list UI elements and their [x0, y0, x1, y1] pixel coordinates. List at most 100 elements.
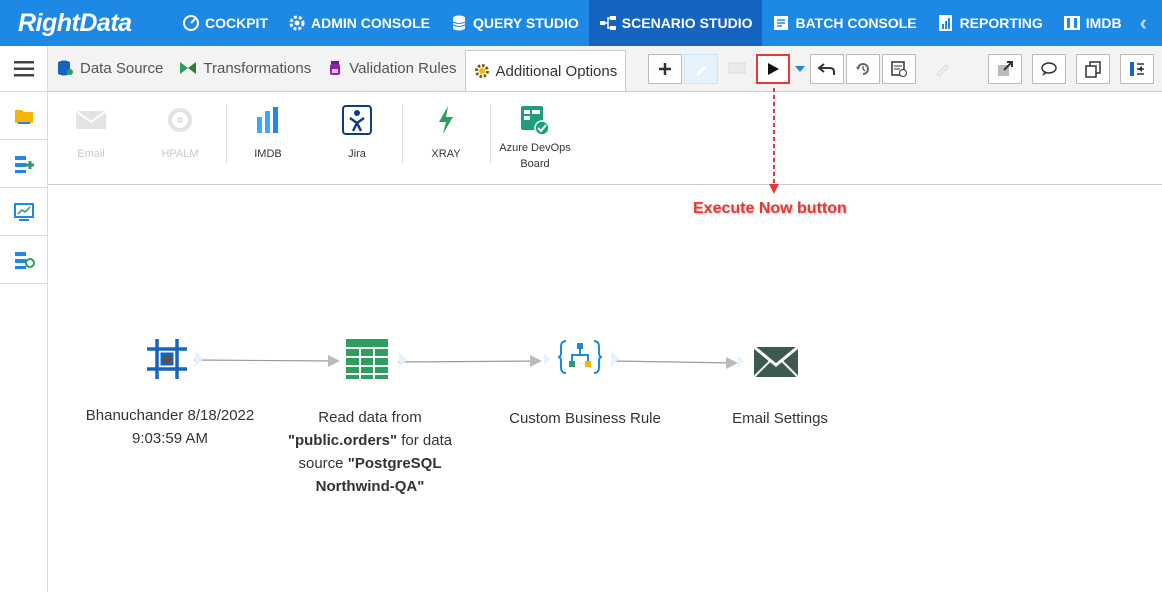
tab-label: Validation Rules [349, 59, 457, 77]
option-label: Email [77, 148, 105, 160]
comment-icon [1041, 62, 1057, 76]
nav-imdb[interactable]: IMDB [1053, 0, 1132, 46]
monitor-chart-icon [13, 202, 34, 221]
sidebar-settings[interactable] [0, 236, 47, 284]
nav-cockpit[interactable]: COCKPIT [172, 0, 278, 46]
flow-canvas [193, 351, 744, 369]
option-label: Board [520, 158, 550, 170]
edit-note-button[interactable] [926, 54, 960, 84]
option-imdb[interactable]: IMDB [223, 102, 313, 160]
email-icon [46, 102, 136, 138]
sidebar-open-folder[interactable] [0, 92, 47, 140]
play-icon [768, 63, 779, 75]
tab-validation-rules[interactable]: Validation Rules [319, 45, 464, 91]
tab-label: Data Source [80, 59, 164, 77]
hamburger-menu-button[interactable] [0, 46, 47, 92]
option-hpalm[interactable]: HPALM [135, 102, 225, 160]
history-button[interactable] [846, 54, 880, 84]
connector-ports [195, 351, 744, 368]
imdb-icon [1063, 14, 1081, 32]
nav-batch-console[interactable]: BATCH CONSOLE [762, 0, 926, 46]
gear-icon [474, 63, 490, 79]
monitor-icon [728, 62, 746, 74]
tab-label: Additional Options [495, 62, 618, 80]
node-label-line: 9:03:59 AM [132, 430, 208, 447]
business-rule-icon [558, 340, 602, 374]
node-label-line: Bhanuchander 8/18/2022 [85, 407, 255, 424]
xray-icon [401, 102, 491, 138]
nav-label: ADMIN CONSOLE [311, 15, 430, 31]
nav-label: BATCH CONSOLE [795, 15, 917, 31]
scenario-start-label: Bhanuchander 8/18/2022 9:03:59 AM [70, 404, 270, 450]
option-azure-devops-board[interactable]: Azure DevOps Board [490, 102, 580, 172]
bowtie-icon [179, 60, 197, 76]
export-button[interactable] [988, 54, 1022, 84]
annotation-arrow [769, 88, 779, 194]
option-xray[interactable]: XRAY [401, 102, 491, 160]
brand-logo[interactable]: RightData [0, 0, 172, 46]
scenario-start-node[interactable] [140, 335, 194, 383]
execute-dropdown-button[interactable] [790, 54, 810, 84]
comments-button[interactable] [1032, 54, 1066, 84]
edit-note-icon [936, 64, 949, 77]
azure-devops-icon [490, 102, 580, 138]
option-label: Azure DevOps [499, 142, 571, 154]
pencil-icon [696, 66, 706, 76]
read-data-node[interactable] [340, 335, 394, 383]
export-icon [998, 61, 1013, 76]
custom-business-rule-node[interactable] [555, 333, 605, 381]
nav-label: SCENARIO STUDIO [621, 15, 753, 31]
brand-name: RightData [18, 8, 132, 37]
option-jira[interactable]: Jira [312, 102, 402, 160]
plus-icon [659, 63, 671, 75]
chevron-left-icon[interactable]: ‹ [1140, 10, 1147, 36]
gear-icon [288, 14, 306, 32]
execute-now-button[interactable] [756, 54, 790, 84]
screen-button[interactable] [720, 54, 754, 84]
nav-query-studio[interactable]: QUERY STUDIO [440, 0, 589, 46]
table-name: "public.orders" [287, 432, 398, 449]
option-label: IMDB [254, 148, 282, 160]
additional-options-panel: Email HPALM IMDB Jira XRAY Azure DevOps … [48, 92, 1162, 185]
copy-button[interactable] [1076, 54, 1110, 84]
tab-label: Transformations [203, 59, 312, 77]
panel-icon [1130, 62, 1144, 76]
option-label: HPALM [161, 148, 199, 160]
edit-button[interactable] [684, 54, 718, 84]
nav-label: QUERY STUDIO [473, 15, 579, 31]
calendar-clock-icon [891, 61, 907, 77]
sidebar-add-scenario[interactable] [0, 140, 47, 188]
nav-scenario-studio[interactable]: SCENARIO STUDIO [588, 0, 763, 46]
hamburger-icon [13, 60, 34, 76]
email-settings-label: Email Settings [732, 410, 828, 427]
database-icon [56, 60, 74, 76]
nav-reporting[interactable]: REPORTING [927, 0, 1053, 46]
schedule-button[interactable] [882, 54, 916, 84]
folder-icon [14, 109, 33, 124]
history-icon [856, 63, 869, 75]
database-icon [450, 14, 468, 32]
node-label-line: Read data from [318, 409, 422, 426]
add-flow-icon [14, 155, 34, 173]
top-navigation: RightData COCKPIT ADMIN CONSOLE QUERY ST… [0, 0, 1162, 46]
email-settings-node[interactable] [748, 338, 804, 386]
custom-business-rule-label: Custom Business Rule [509, 410, 661, 427]
flask-icon [327, 60, 343, 76]
sidebar-dashboard[interactable] [0, 188, 47, 236]
nav-admin-console[interactable]: ADMIN CONSOLE [278, 0, 440, 46]
undo-button[interactable] [810, 54, 844, 84]
option-email[interactable]: Email [46, 102, 136, 160]
report-icon [937, 14, 955, 32]
hpalm-icon [135, 102, 225, 138]
nav-label: IMDB [1085, 15, 1122, 31]
add-button[interactable] [648, 54, 682, 84]
caret-down-icon [795, 66, 805, 72]
panel-toggle-button[interactable] [1120, 54, 1154, 84]
tab-transformations[interactable]: Transformations [171, 45, 319, 91]
option-label: Jira [348, 148, 366, 160]
tab-additional-options[interactable]: Additional Options [464, 50, 627, 91]
tab-data-source[interactable]: Data Source [48, 45, 171, 91]
flow-connector [193, 355, 738, 369]
flow-settings-icon [14, 251, 35, 269]
table-icon [346, 339, 388, 379]
